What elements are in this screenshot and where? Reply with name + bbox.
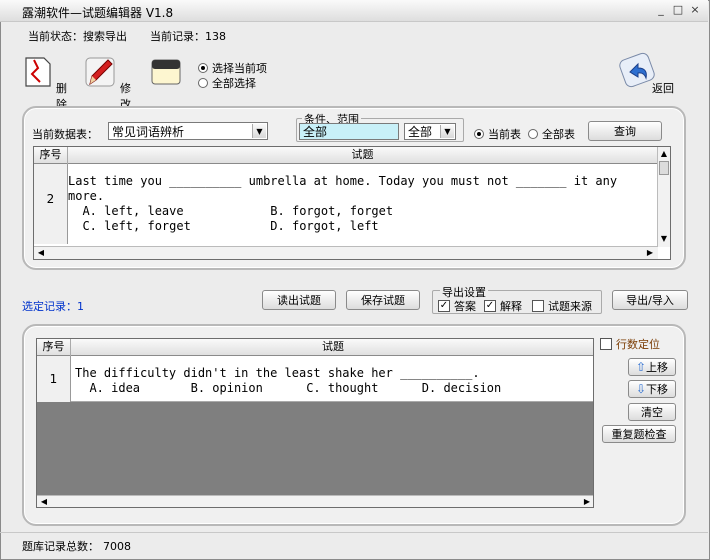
pencil-icon [85, 57, 115, 87]
source-checkbox[interactable]: 试题来源 [532, 298, 592, 314]
maximize-button[interactable]: □ [671, 3, 685, 17]
radio-dot [198, 63, 208, 73]
state-label: 当前状态：搜索导出 [28, 30, 127, 43]
scope-current-radio[interactable]: 当前表 [474, 126, 521, 142]
horizontal-scrollbar[interactable]: ◀ ▶ [37, 495, 593, 507]
scope-all-radio[interactable]: 全部表 [528, 126, 575, 142]
condition-input[interactable]: 全部 [299, 123, 399, 140]
window-title: 露潮软件—试题编辑器 V1.8 [22, 6, 174, 20]
col-question-header[interactable]: 试题 [71, 339, 593, 356]
scroll-right-icon[interactable]: ▶ [581, 496, 593, 507]
checkmark-icon: ✓ [438, 300, 450, 312]
footer-divider [0, 532, 708, 533]
close-button[interactable]: × [688, 3, 702, 17]
empty-checkbox-icon [600, 338, 612, 350]
total-records-value: 7008 [103, 540, 131, 553]
question-line: The difficulty didn't in the least shake… [75, 366, 480, 380]
empty-grid-area [37, 402, 593, 496]
edit-button[interactable]: 修改 [82, 54, 132, 111]
radio-dot [198, 78, 208, 88]
table-row[interactable]: Last time you __________ umbrella at hom… [68, 164, 658, 244]
read-question-button[interactable]: 读出试题 [262, 290, 336, 310]
db-label: 当前数据表： [32, 128, 98, 141]
row-number[interactable]: 2 [34, 164, 68, 244]
range-select[interactable]: 全部 ▼ [404, 123, 456, 140]
horizontal-scrollbar[interactable]: ◀ ▶ [34, 246, 658, 259]
selected-records-label: 选定记录：1 [22, 300, 84, 313]
duplicate-check-button[interactable]: 重复题检查 [602, 425, 676, 443]
chevron-down-icon[interactable]: ▼ [440, 125, 454, 138]
question-line: more. [68, 189, 105, 203]
option-line: C. left, forget D. forgot, left [68, 219, 379, 233]
scroll-down-icon[interactable]: ▼ [658, 233, 670, 245]
row-number[interactable]: 1 [37, 356, 71, 402]
query-button[interactable]: 查询 [588, 121, 662, 141]
export-import-button[interactable]: 导出/导入 [612, 290, 688, 310]
radio-dot [474, 129, 484, 139]
grid-header: 序号 试题 [34, 147, 670, 164]
move-up-button[interactable]: ⇧ 上移 [628, 358, 676, 376]
delete-icon [25, 57, 51, 87]
return-button[interactable]: 返回 [618, 52, 678, 95]
col-num-header[interactable]: 序号 [34, 147, 68, 164]
col-question-header[interactable]: 试题 [68, 147, 658, 164]
delete-button[interactable]: 删除 [20, 54, 70, 111]
arrow-up-icon: ⇧ [635, 360, 647, 374]
db-select[interactable]: 常见词语辨析 ▼ [108, 122, 268, 140]
checkmark-icon: ✓ [484, 300, 496, 312]
minimize-button[interactable]: _ [654, 3, 668, 17]
explain-checkbox[interactable]: ✓ 解释 [484, 298, 522, 314]
scroll-thumb[interactable] [659, 161, 669, 175]
save-question-button[interactable]: 保存试题 [346, 290, 420, 310]
scroll-right-icon[interactable]: ▶ [644, 247, 656, 259]
question-grid-top: 序号 试题 2 Last time you __________ umbrell… [33, 146, 671, 260]
vertical-scrollbar[interactable]: ▲ ▼ [657, 147, 670, 247]
chevron-down-icon[interactable]: ▼ [252, 124, 266, 138]
radio-dot [528, 129, 538, 139]
col-num-header[interactable]: 序号 [37, 339, 71, 356]
record-value: 138 [205, 30, 226, 43]
total-records: 题库记录总数： 7008 [22, 540, 131, 553]
scroll-left-icon[interactable]: ◀ [35, 247, 47, 259]
select-all-radio[interactable]: 全部选择 [198, 75, 256, 91]
row-locate-checkbox[interactable]: 行数定位 [600, 336, 660, 352]
scroll-up-icon[interactable]: ▲ [658, 148, 670, 160]
table-row[interactable]: The difficulty didn't in the least shake… [71, 356, 593, 402]
move-down-button[interactable]: ⇩ 下移 [628, 380, 676, 398]
scroll-left-icon[interactable]: ◀ [38, 496, 50, 507]
select-current-radio[interactable]: 选择当前项 [198, 60, 267, 76]
question-line: Last time you __________ umbrella at hom… [68, 174, 618, 188]
notepad-button[interactable] [148, 54, 198, 94]
option-line: A. idea B. opinion C. thought D. decisio… [75, 381, 502, 395]
clear-button[interactable]: 清空 [628, 403, 676, 421]
grid-header: 序号 试题 [37, 339, 593, 356]
answer-checkbox[interactable]: ✓ 答案 [438, 298, 476, 314]
state-value: 搜索导出 [83, 30, 127, 43]
empty-checkbox-icon [532, 300, 544, 312]
notepad-icon [151, 59, 181, 85]
record-label: 当前记录：138 [150, 30, 226, 43]
question-grid-bottom: 序号 试题 1 The difficulty didn't in the lea… [36, 338, 594, 508]
arrow-down-icon: ⇩ [635, 382, 647, 396]
option-line: A. left, leave B. forgot, forget [68, 204, 394, 218]
